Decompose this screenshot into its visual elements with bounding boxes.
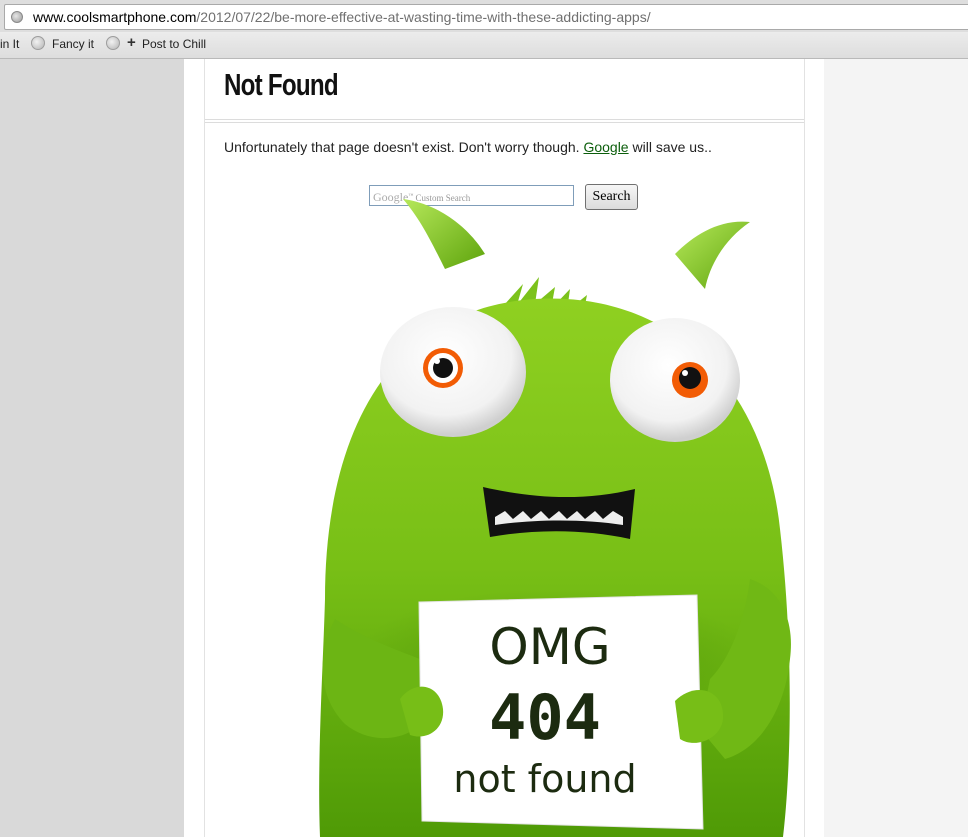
sign-line-404: 404 bbox=[489, 681, 601, 754]
page-content: Not Found Unfortunately that page doesn'… bbox=[184, 59, 824, 837]
url-path: /2012/07/22/be-more-effective-at-wasting… bbox=[196, 9, 651, 25]
site-globe-icon bbox=[11, 11, 23, 23]
right-pupil bbox=[679, 367, 701, 389]
plus-icon: + bbox=[127, 34, 136, 51]
globe-icon bbox=[106, 36, 120, 50]
bookmark-fancy-it[interactable]: Fancy it bbox=[52, 37, 94, 51]
post-box: Not Found Unfortunately that page doesn'… bbox=[204, 59, 805, 837]
monster-404-illustration: OMG 404 not found bbox=[319, 199, 791, 837]
bookmark-post-to-chill[interactable]: Post to Chill bbox=[142, 37, 206, 51]
url-host: www.coolsmartphone.com bbox=[33, 9, 197, 25]
bookmarks-bar: in It Fancy it + Post to Chill bbox=[0, 32, 968, 59]
left-horn bbox=[403, 199, 485, 269]
omg-404-sign: OMG 404 not found bbox=[418, 594, 704, 830]
right-background bbox=[824, 59, 968, 837]
address-bar[interactable]: www.coolsmartphone.com/2012/07/22/be-mor… bbox=[4, 4, 968, 30]
sign-line-omg: OMG bbox=[489, 618, 610, 676]
bookmark-pin-it[interactable]: in It bbox=[0, 37, 19, 51]
address-bar-area: www.coolsmartphone.com/2012/07/22/be-mor… bbox=[0, 0, 968, 32]
right-eye-shine bbox=[682, 370, 688, 376]
url-text: www.coolsmartphone.com/2012/07/22/be-mor… bbox=[33, 9, 651, 25]
right-horn bbox=[675, 221, 750, 289]
globe-icon bbox=[31, 36, 45, 50]
sign-line-not-found: not found bbox=[453, 757, 636, 801]
left-eye-shine bbox=[434, 358, 440, 364]
